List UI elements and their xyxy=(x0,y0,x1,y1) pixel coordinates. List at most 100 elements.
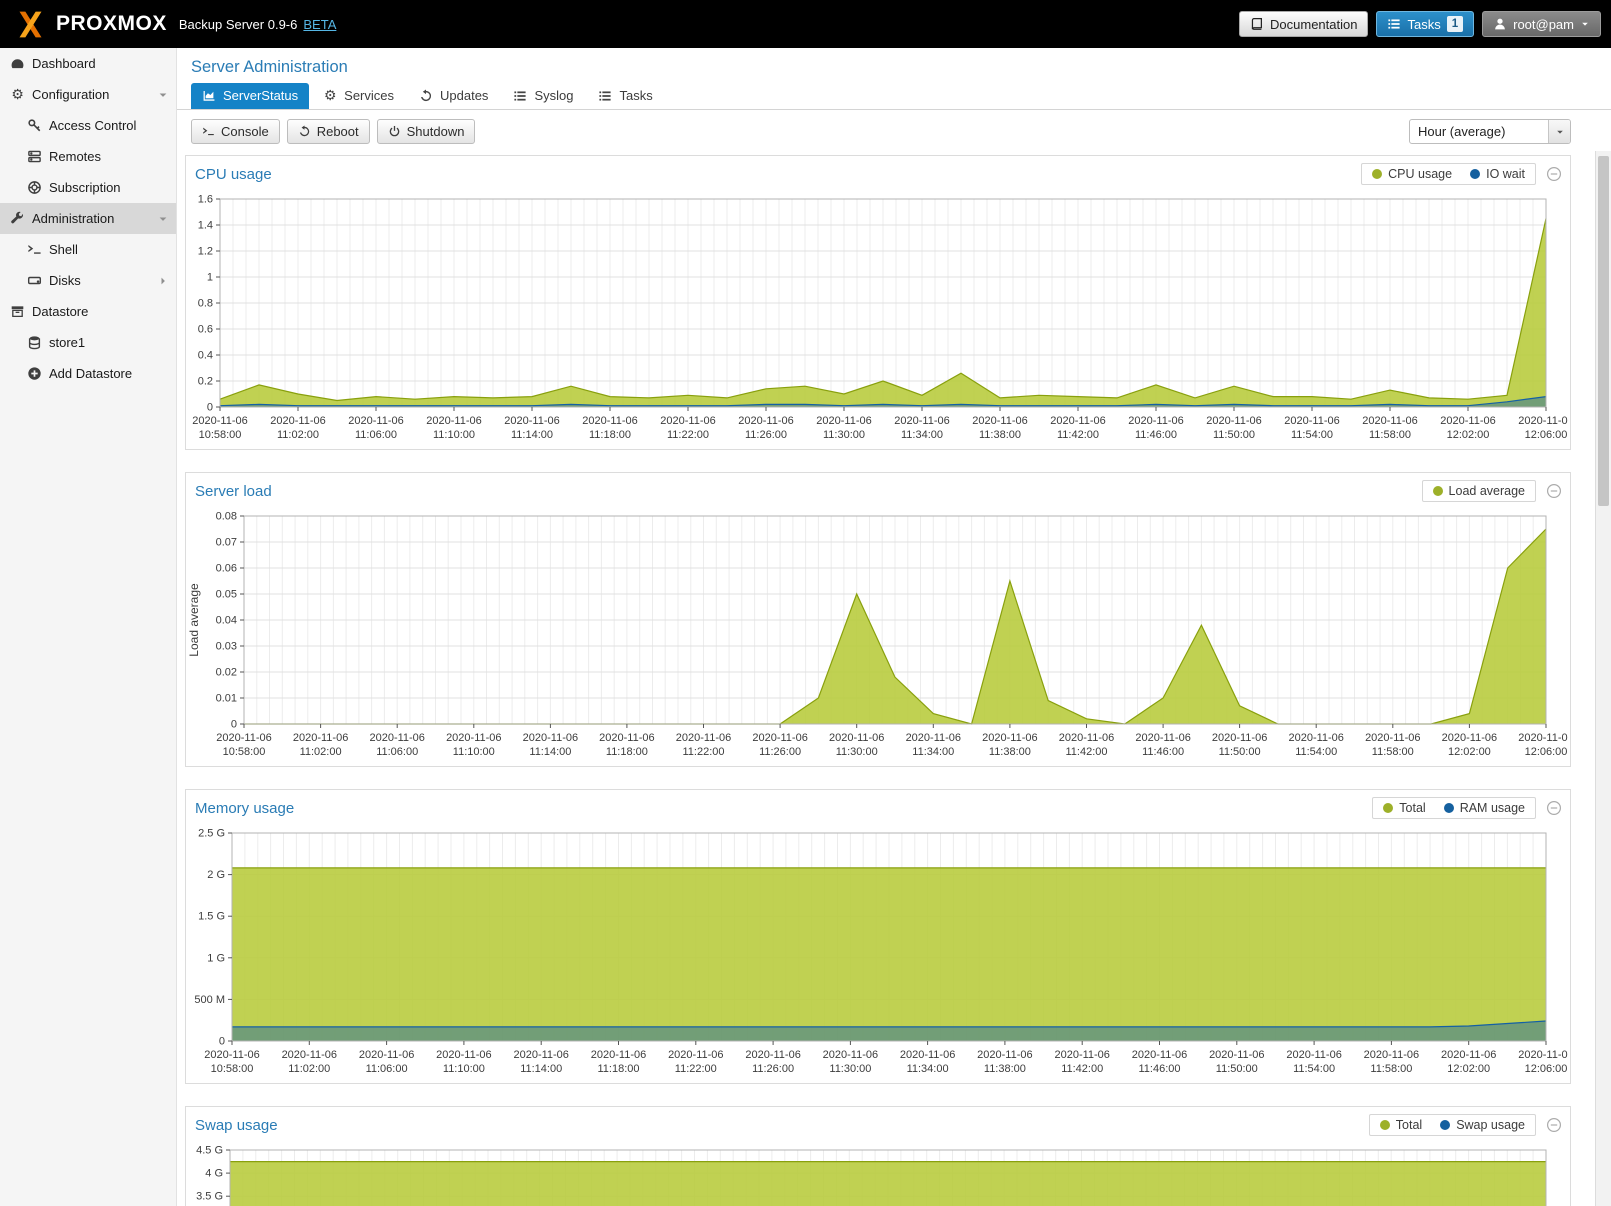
svg-text:10:58:00: 10:58:00 xyxy=(223,746,266,758)
tab-syslog[interactable]: Syslog xyxy=(502,83,584,109)
collapse-chart-icon[interactable] xyxy=(1546,1117,1562,1133)
app-header: PROXMOX Backup Server 0.9-6 BETA Documen… xyxy=(0,0,1611,48)
sidebar-item-remotes[interactable]: Remotes xyxy=(0,141,176,172)
svg-text:11:10:00: 11:10:00 xyxy=(433,429,475,441)
svg-text:11:50:00: 11:50:00 xyxy=(1213,429,1255,441)
svg-text:0.05: 0.05 xyxy=(216,589,237,601)
svg-text:11:06:00: 11:06:00 xyxy=(366,1063,408,1075)
sidebar-item-label: Disks xyxy=(49,273,81,288)
timeframe-value: Hour (average) xyxy=(1410,120,1548,143)
tab-updates[interactable]: Updates xyxy=(408,83,499,109)
sidebar-item-subscription[interactable]: Subscription xyxy=(0,172,176,203)
svg-text:2020-11-06: 2020-11-06 xyxy=(906,732,961,744)
tasks-count-badge: 1 xyxy=(1447,16,1463,32)
legend-item: Swap usage xyxy=(1440,1118,1525,1132)
svg-text:2020-11-06: 2020-11-06 xyxy=(1442,732,1497,744)
svg-text:11:14:00: 11:14:00 xyxy=(511,429,553,441)
svg-text:2020-11-06: 2020-11-06 xyxy=(599,732,654,744)
sidebar-item-dashboard[interactable]: Dashboard xyxy=(0,48,176,79)
svg-text:11:58:00: 11:58:00 xyxy=(1370,1063,1412,1075)
svg-text:1.2: 1.2 xyxy=(198,246,213,258)
sidebar-item-store1[interactable]: store1 xyxy=(0,327,176,358)
sidebar-item-shell[interactable]: Shell xyxy=(0,234,176,265)
proxmox-logo-icon xyxy=(14,8,47,41)
svg-text:12:02:00: 12:02:00 xyxy=(1447,429,1490,441)
database-icon xyxy=(27,335,42,350)
server-load-panel: Server load Load average 00.010.020.030.… xyxy=(185,472,1571,767)
svg-text:2020-11-06: 2020-11-06 xyxy=(1362,415,1417,427)
page-title: Server Administration xyxy=(191,58,1611,77)
timeframe-select[interactable]: Hour (average) xyxy=(1409,119,1571,144)
tab-serverstatus[interactable]: ServerStatus xyxy=(191,83,309,109)
sidebar-item-access-control[interactable]: Access Control xyxy=(0,110,176,141)
svg-text:12:06:00: 12:06:00 xyxy=(1525,746,1568,758)
user-icon xyxy=(1493,17,1507,31)
caret-down-icon[interactable] xyxy=(157,89,169,101)
charts-container: CPU usage CPU usageIO wait 00.20.40.60.8… xyxy=(177,151,1595,1206)
svg-text:0.08: 0.08 xyxy=(216,511,237,523)
svg-text:1.5 G: 1.5 G xyxy=(198,911,225,923)
console-button[interactable]: Console xyxy=(191,119,280,144)
sidebar-item-administration[interactable]: Administration xyxy=(0,203,176,234)
tab-tasks[interactable]: Tasks xyxy=(587,83,663,109)
shutdown-button[interactable]: Shutdown xyxy=(377,119,476,144)
svg-text:11:46:00: 11:46:00 xyxy=(1138,1063,1180,1075)
svg-text:11:54:00: 11:54:00 xyxy=(1291,429,1333,441)
tab-services[interactable]: ⚙Services xyxy=(312,83,405,109)
svg-text:2020-11-06: 2020-11-06 xyxy=(982,732,1037,744)
refresh-icon xyxy=(419,89,433,103)
swap-usage-chart: 0500 M1 G1.5 G2 G2.5 G3 G3.5 G4 G4.5 G20… xyxy=(186,1144,1568,1206)
legend-item: Total xyxy=(1380,1118,1422,1132)
svg-text:2020-11-06: 2020-11-06 xyxy=(436,1049,491,1061)
sidebar-item-add-datastore[interactable]: Add Datastore xyxy=(0,358,176,389)
caret-right-icon[interactable] xyxy=(157,275,169,287)
caret-down-icon xyxy=(1555,127,1565,137)
legend-dot xyxy=(1470,169,1480,179)
list-icon xyxy=(513,89,527,103)
sidebar-item-label: Add Datastore xyxy=(49,366,132,381)
sidebar-item-configuration[interactable]: ⚙Configuration xyxy=(0,79,176,110)
vertical-scrollbar[interactable] xyxy=(1595,151,1611,1206)
sidebar-item-disks[interactable]: Disks xyxy=(0,265,176,296)
svg-text:11:06:00: 11:06:00 xyxy=(355,429,397,441)
legend-dot xyxy=(1380,1120,1390,1130)
svg-text:2 G: 2 G xyxy=(207,869,225,881)
svg-text:11:02:00: 11:02:00 xyxy=(288,1063,330,1075)
svg-text:0.02: 0.02 xyxy=(216,667,237,679)
svg-text:2020-11-06: 2020-11-06 xyxy=(1212,732,1267,744)
chart-legend: CPU usageIO wait xyxy=(1361,163,1536,185)
svg-text:11:02:00: 11:02:00 xyxy=(277,429,319,441)
svg-text:2020-11-06: 2020-11-06 xyxy=(204,1049,259,1061)
sidebar-item-datastore[interactable]: Datastore xyxy=(0,296,176,327)
svg-text:10:58:00: 10:58:00 xyxy=(199,429,242,441)
combo-trigger[interactable] xyxy=(1548,120,1570,143)
svg-text:2020-11-06: 2020-11-06 xyxy=(900,1049,955,1061)
legend-dot xyxy=(1444,803,1454,813)
collapse-chart-icon[interactable] xyxy=(1546,166,1562,182)
hdd-icon xyxy=(27,273,42,288)
documentation-button[interactable]: Documentation xyxy=(1239,11,1368,37)
svg-text:11:26:00: 11:26:00 xyxy=(759,746,801,758)
svg-text:500 M: 500 M xyxy=(194,994,225,1006)
collapse-chart-icon[interactable] xyxy=(1546,483,1562,499)
beta-link[interactable]: BETA xyxy=(303,17,336,32)
svg-text:1 G: 1 G xyxy=(207,952,225,964)
svg-text:0.07: 0.07 xyxy=(216,537,237,549)
caret-down-icon[interactable] xyxy=(157,213,169,225)
svg-text:2020-11-06: 2020-11-06 xyxy=(1365,732,1420,744)
collapse-chart-icon[interactable] xyxy=(1546,800,1562,816)
legend-dot xyxy=(1433,486,1443,496)
terminal-icon xyxy=(202,125,215,138)
refresh-icon xyxy=(298,125,311,138)
svg-text:1.6: 1.6 xyxy=(198,194,213,206)
tasks-button[interactable]: Tasks 1 xyxy=(1376,11,1474,37)
svg-text:11:54:00: 11:54:00 xyxy=(1293,1063,1335,1075)
reboot-button[interactable]: Reboot xyxy=(287,119,370,144)
scrollbar-thumb[interactable] xyxy=(1598,156,1609,506)
toolbar-buttons: Console Reboot Shutdown xyxy=(191,119,475,144)
tab-label: Tasks xyxy=(619,88,652,103)
archive-icon xyxy=(10,304,25,319)
svg-text:2020-11-06: 2020-11-06 xyxy=(216,732,271,744)
user-menu-button[interactable]: root@pam xyxy=(1482,11,1601,37)
svg-text:2020-11-06: 2020-11-06 xyxy=(972,415,1027,427)
